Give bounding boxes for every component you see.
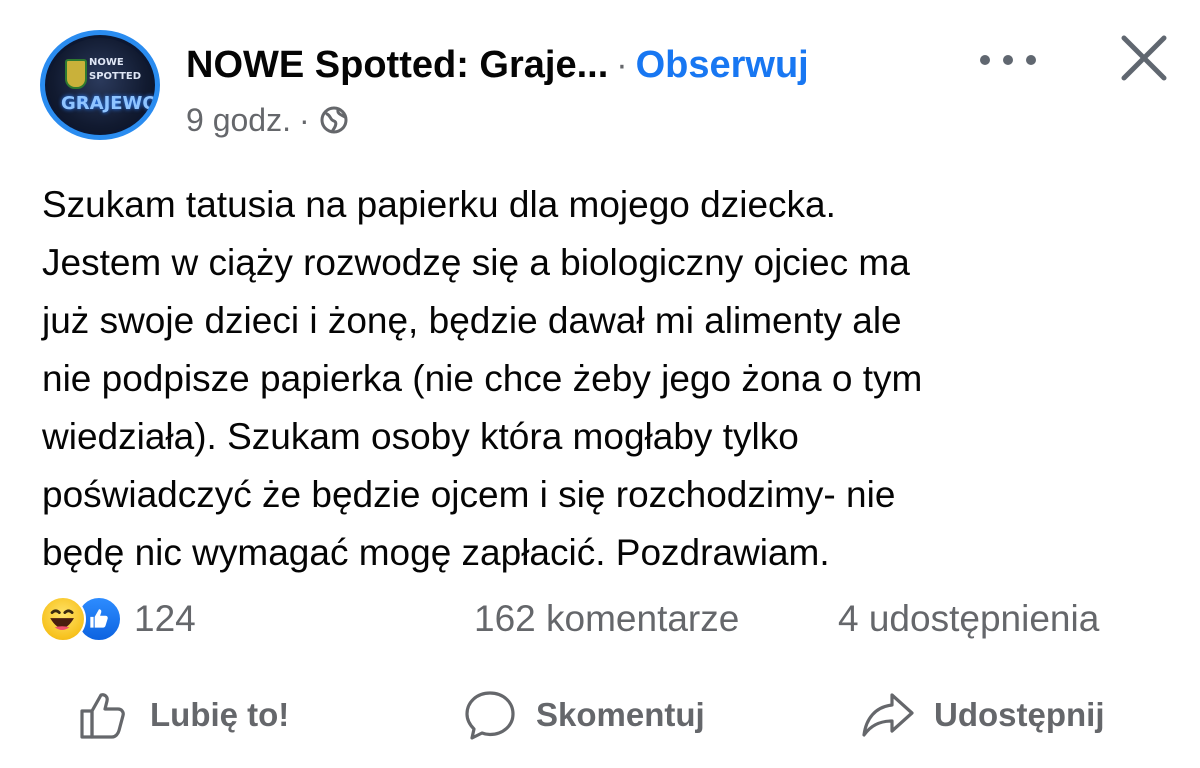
- share-arrow-icon: [862, 693, 914, 737]
- comment-bubble-icon: [465, 691, 515, 740]
- action-bar: Lubię to! Skomentuj Udostępnij: [0, 680, 1200, 750]
- facebook-post: NOWE SPOTTED GRAJEWO NOWE Spotted: Graje…: [0, 0, 1200, 768]
- share-label: Udostępnij: [934, 696, 1105, 733]
- thumbs-up-icon: [80, 693, 125, 739]
- globe-icon: [320, 106, 348, 134]
- post-line: Szukam tatusia na papierku dla mojego dz…: [42, 184, 836, 225]
- comment-button[interactable]: Skomentuj: [462, 680, 705, 750]
- comment-label: Skomentuj: [536, 696, 705, 733]
- post-timestamp[interactable]: 9 godz.: [186, 102, 291, 139]
- page-avatar[interactable]: NOWE SPOTTED GRAJEWO: [40, 30, 160, 140]
- post-line: poświadczyć że będzie ojcem i się rozcho…: [42, 474, 896, 515]
- more-options-icon[interactable]: [980, 48, 1036, 72]
- post-body: Szukam tatusia na papierku dla mojego dz…: [42, 176, 1182, 582]
- post-line: Jestem w ciąży rozwodzę się a biologiczn…: [42, 242, 910, 283]
- like-label: Lubię to!: [150, 696, 290, 733]
- post-line: już swoje dzieci i żonę, będzie dawał mi…: [42, 300, 902, 341]
- avatar-text-2: SPOTTED: [89, 71, 142, 82]
- post-line: nie podpisze papierka (nie chce żeby jeg…: [42, 358, 923, 399]
- avatar-text-3: GRAJEWO: [61, 93, 158, 114]
- post-line: będę nic wymagać mogę zapłacić. Pozdrawi…: [42, 532, 830, 573]
- crest-icon: [65, 59, 87, 89]
- avatar-text-1: NOWE: [89, 57, 124, 68]
- close-icon[interactable]: [1118, 32, 1170, 84]
- header-separator: ·: [616, 45, 628, 84]
- comments-count-link[interactable]: 162 komentarze: [474, 594, 739, 644]
- post-header: NOWE Spotted: Graje... · Obserwuj: [186, 40, 809, 90]
- meta-separator: ·: [298, 101, 310, 138]
- post-meta: 9 godz. ·: [186, 96, 350, 144]
- shares-count-link[interactable]: 4 udostępnienia: [838, 594, 1099, 644]
- reaction-count: 124: [134, 598, 196, 639]
- follow-button[interactable]: Obserwuj: [636, 44, 809, 87]
- page-name-link[interactable]: NOWE Spotted: Graje...: [186, 44, 608, 87]
- share-button[interactable]: Udostępnij: [860, 680, 1105, 750]
- like-button[interactable]: Lubię to!: [76, 680, 289, 750]
- haha-reaction-icon: [40, 596, 86, 642]
- post-line: wiedziała). Szukam osoby która mogłaby t…: [42, 416, 799, 457]
- reactions-summary[interactable]: 124: [40, 594, 196, 644]
